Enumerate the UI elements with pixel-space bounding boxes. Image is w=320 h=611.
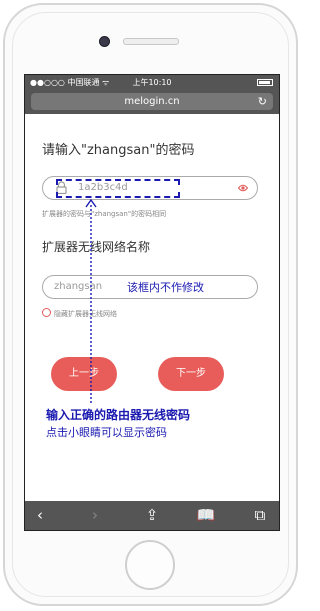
password-hint: 扩展器的密码与"zhangsan"的密码相同 — [42, 210, 167, 218]
password-title: 请输入"zhangsan"的密码 — [42, 143, 195, 158]
password-highlight-box — [56, 179, 180, 198]
status-bar: ●●○○○ 中国联通 ᯤ 上午10:10 — [25, 75, 279, 90]
ssid-note: 该框内不作修改 — [127, 281, 204, 294]
battery-icon — [257, 79, 273, 86]
earpiece-speaker — [123, 38, 179, 45]
forward-icon[interactable]: › — [80, 501, 110, 530]
status-time: 上午10:10 — [132, 78, 172, 87]
annotation-line-1: 输入正确的路由器无线密码 — [46, 408, 191, 422]
address-bar[interactable]: melogin.cn ↻ — [31, 93, 273, 110]
share-icon[interactable]: ⇪ — [137, 501, 167, 530]
browser-address-area: melogin.cn ↻ — [25, 90, 279, 114]
browser-toolbar: ‹ › ⇪ 📖 ⧉ — [25, 501, 279, 530]
home-button[interactable] — [125, 540, 175, 590]
back-icon[interactable]: ‹ — [25, 501, 55, 530]
annotation-line-2: 点击小眼睛可以显示密码 — [46, 426, 167, 439]
phone-screen: ●●○○○ 中国联通 ᯤ 上午10:10 melogin.cn ↻ 请输入"zh… — [24, 74, 280, 531]
url-text: melogin.cn — [124, 96, 180, 107]
reload-icon[interactable]: ↻ — [258, 95, 267, 108]
hide-ssid-radio[interactable] — [42, 308, 51, 317]
show-password-eye-icon[interactable] — [238, 184, 248, 192]
bookmarks-icon[interactable]: 📖 — [191, 501, 221, 530]
tabs-icon[interactable]: ⧉ — [245, 501, 275, 530]
annotation-arrow — [85, 199, 97, 405]
prev-button[interactable]: 上一步 — [51, 357, 117, 391]
front-camera — [99, 36, 110, 47]
next-button[interactable]: 下一步 — [158, 357, 224, 391]
hide-ssid-option[interactable]: 隐藏扩展器无线网络 — [42, 308, 117, 319]
